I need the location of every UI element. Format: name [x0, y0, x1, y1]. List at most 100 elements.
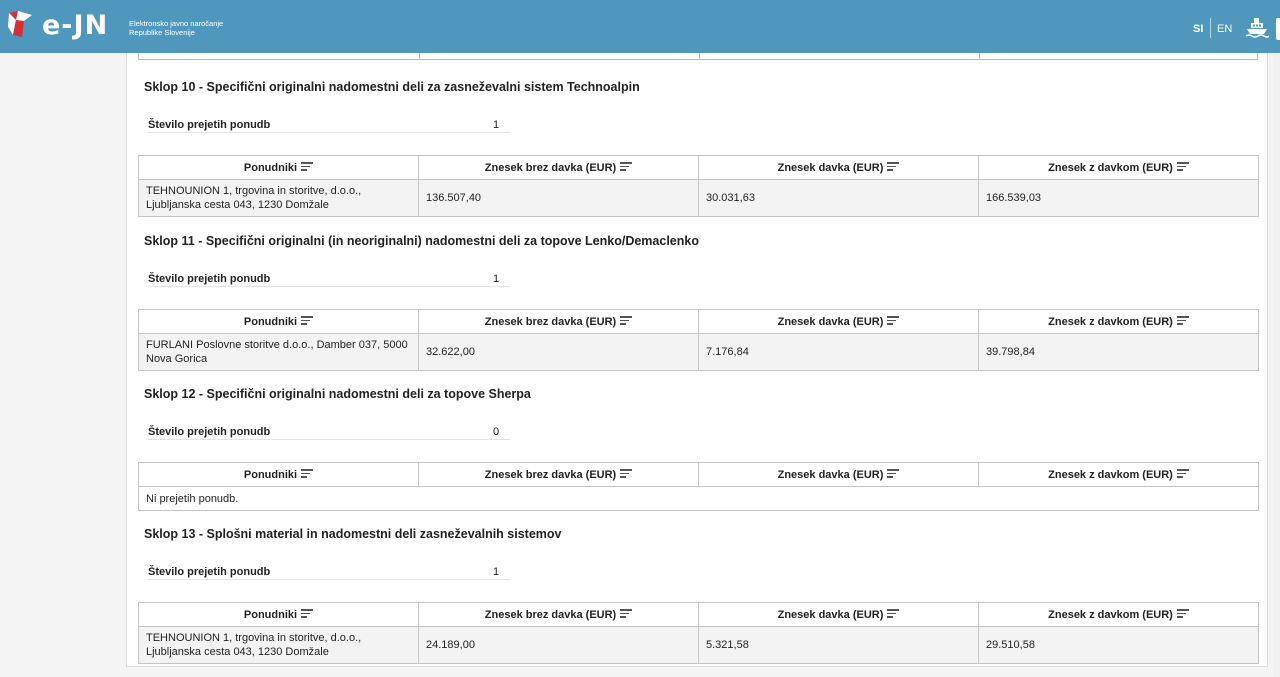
column-label: Znesek brez davka (EUR)	[484, 315, 617, 328]
column-label: Ponudniki	[243, 608, 298, 621]
column-header-without-tax[interactable]: Znesek brez davka (EUR)	[418, 309, 699, 334]
column-label: Znesek davka (EUR)	[777, 608, 884, 621]
lang-si-link[interactable]: SI	[1193, 22, 1203, 36]
lot-title: Sklop 11 - Specifični originalni (in neo…	[144, 234, 699, 248]
column-label: Znesek davka (EUR)	[777, 161, 884, 174]
column-header-with-tax[interactable]: Znesek z davkom (EUR)	[978, 462, 1259, 487]
bidder-cell: TEHNOUNION 1, trgovina in storitve, d.o.…	[138, 179, 419, 217]
empty-row: Ni prejetih ponudb.	[138, 486, 1259, 511]
lot-title: Sklop 12 - Specifični originalni nadomes…	[144, 387, 531, 401]
received-offers-value: 1	[488, 272, 510, 287]
column-header-without-tax[interactable]: Znesek brez davka (EUR)	[418, 602, 699, 627]
sort-icon[interactable]	[887, 609, 900, 618]
sort-icon[interactable]	[301, 469, 314, 478]
sort-icon[interactable]	[301, 609, 314, 618]
column-header-tax[interactable]: Znesek davka (EUR)	[698, 602, 979, 627]
page-scrollbar[interactable]	[1273, 53, 1280, 677]
received-offers-row: Število prejetih ponudb 1	[148, 118, 510, 133]
sort-icon[interactable]	[1176, 469, 1189, 478]
column-header-tax[interactable]: Znesek davka (EUR)	[698, 155, 979, 180]
received-offers-label: Število prejetih ponudb	[148, 118, 488, 133]
column-label: Znesek z davkom (EUR)	[1048, 608, 1173, 621]
sort-icon[interactable]	[1176, 162, 1189, 171]
column-label: Ponudniki	[243, 468, 298, 481]
received-offers-label: Število prejetih ponudb	[148, 565, 488, 580]
column-label: Ponudniki	[243, 315, 298, 328]
bidder-cell: FURLANI Poslovne storitve d.o.o., Damber…	[138, 333, 419, 371]
without-tax-cell: 24.189,00	[418, 626, 699, 664]
received-offers-row: Število prejetih ponudb 0	[148, 425, 510, 440]
column-header-bidders[interactable]: Ponudniki	[138, 602, 419, 627]
logo-subtitle-line1: Elektronsko javno naročanje	[129, 19, 224, 28]
table-row: TEHNOUNION 1, trgovina in storitve, d.o.…	[138, 179, 1259, 217]
column-header-with-tax[interactable]: Znesek z davkom (EUR)	[978, 155, 1259, 180]
received-offers-value: 1	[488, 565, 510, 580]
results-panel: Sklop 10 - Specifični originalni nadomes…	[126, 53, 1268, 667]
offers-table: Ponudniki Znesek brez davka (EUR) Znesek…	[138, 602, 1259, 664]
lot-title: Sklop 13 - Splošni material in nadomestn…	[144, 527, 562, 541]
table-header-row: Ponudniki Znesek brez davka (EUR) Znesek…	[138, 155, 1259, 180]
column-header-bidders[interactable]: Ponudniki	[138, 462, 419, 487]
sort-icon[interactable]	[887, 469, 900, 478]
lang-divider	[1210, 18, 1211, 38]
column-header-with-tax[interactable]: Znesek z davkom (EUR)	[978, 602, 1259, 627]
top-header: e-JN Elektronsko javno naročanje Republi…	[0, 0, 1280, 53]
sort-icon[interactable]	[1176, 609, 1189, 618]
table-header-row: Ponudniki Znesek brez davka (EUR) Znesek…	[138, 309, 1259, 334]
column-label: Znesek brez davka (EUR)	[484, 608, 617, 621]
column-label: Znesek davka (EUR)	[777, 315, 884, 328]
logo-subtitle: Elektronsko javno naročanje Republike Sl…	[129, 19, 223, 37]
received-offers-row: Število prejetih ponudb 1	[148, 565, 510, 580]
bidder-cell: TEHNOUNION 1, trgovina in storitve, d.o.…	[138, 626, 419, 664]
column-label: Znesek z davkom (EUR)	[1048, 161, 1173, 174]
column-header-without-tax[interactable]: Znesek brez davka (EUR)	[418, 462, 699, 487]
column-label: Znesek z davkom (EUR)	[1048, 468, 1173, 481]
received-offers-label: Število prejetih ponudb	[148, 272, 488, 287]
sort-icon[interactable]	[301, 316, 314, 325]
received-offers-row: Število prejetih ponudb 1	[148, 272, 510, 287]
ship-icon[interactable]	[1245, 16, 1269, 38]
table-row: TEHNOUNION 1, trgovina in storitve, d.o.…	[138, 626, 1259, 664]
received-offers-value: 1	[488, 118, 510, 133]
column-header-tax[interactable]: Znesek davka (EUR)	[698, 462, 979, 487]
empty-message: Ni prejetih ponudb.	[138, 486, 1259, 511]
header-edge	[1276, 18, 1280, 40]
column-header-without-tax[interactable]: Znesek brez davka (EUR)	[418, 155, 699, 180]
column-label: Znesek z davkom (EUR)	[1048, 315, 1173, 328]
offers-table: Ponudniki Znesek brez davka (EUR) Znesek…	[138, 462, 1259, 511]
sort-icon[interactable]	[301, 162, 314, 171]
tax-cell: 30.031,63	[698, 179, 979, 217]
offers-table: Ponudniki Znesek brez davka (EUR) Znesek…	[138, 309, 1259, 371]
logo-text[interactable]: e-JN	[42, 9, 108, 43]
logo-subtitle-line2: Republike Slovenije	[129, 28, 195, 37]
column-header-with-tax[interactable]: Znesek z davkom (EUR)	[978, 309, 1259, 334]
tax-cell: 7.176,84	[698, 333, 979, 371]
column-header-tax[interactable]: Znesek davka (EUR)	[698, 309, 979, 334]
lot-title: Sklop 10 - Specifični originalni nadomes…	[144, 80, 640, 94]
column-label: Znesek brez davka (EUR)	[484, 468, 617, 481]
sort-icon[interactable]	[887, 162, 900, 171]
sort-icon[interactable]	[1176, 316, 1189, 325]
tax-cell: 5.321,58	[698, 626, 979, 664]
without-tax-cell: 136.507,40	[418, 179, 699, 217]
sort-icon[interactable]	[620, 609, 633, 618]
sort-icon[interactable]	[887, 316, 900, 325]
with-tax-cell: 29.510,58	[978, 626, 1259, 664]
with-tax-cell: 166.539,03	[978, 179, 1259, 217]
column-label: Znesek brez davka (EUR)	[484, 161, 617, 174]
offers-table: Ponudniki Znesek brez davka (EUR) Znesek…	[138, 155, 1259, 217]
table-row: FURLANI Poslovne storitve d.o.o., Damber…	[138, 333, 1259, 371]
received-offers-label: Število prejetih ponudb	[148, 425, 488, 440]
column-label: Ponudniki	[243, 161, 298, 174]
without-tax-cell: 32.622,00	[418, 333, 699, 371]
column-header-bidders[interactable]: Ponudniki	[138, 309, 419, 334]
sort-icon[interactable]	[620, 469, 633, 478]
table-header-row: Ponudniki Znesek brez davka (EUR) Znesek…	[138, 602, 1259, 627]
column-header-bidders[interactable]: Ponudniki	[138, 155, 419, 180]
lang-en-link[interactable]: EN	[1217, 22, 1232, 36]
sort-icon[interactable]	[620, 316, 633, 325]
sort-icon[interactable]	[620, 162, 633, 171]
table-header-row: Ponudniki Znesek brez davka (EUR) Znesek…	[138, 462, 1259, 487]
received-offers-value: 0	[488, 425, 510, 440]
logo-mark-icon[interactable]	[6, 9, 34, 39]
